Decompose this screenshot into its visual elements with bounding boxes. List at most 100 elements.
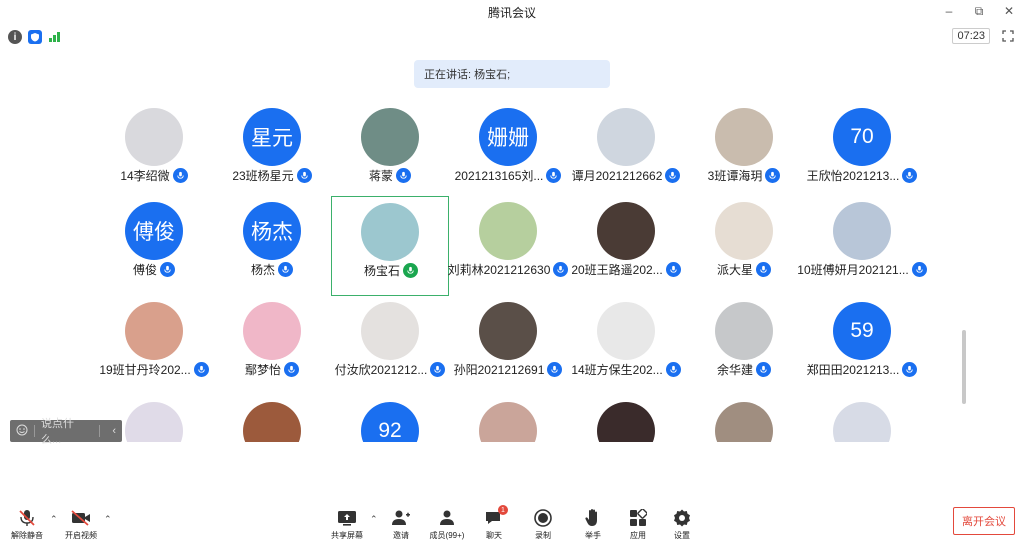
mic-icon bbox=[284, 362, 299, 377]
participant-avatar bbox=[715, 402, 773, 442]
participant-name-row: 14李绍微 bbox=[95, 167, 213, 184]
restore-icon[interactable]: ⧉ bbox=[972, 4, 986, 18]
participant-tile[interactable]: 刘莉林2021212630 bbox=[447, 196, 569, 296]
participant-avatar: 92 bbox=[361, 402, 419, 442]
start-video-label: 开启视频 bbox=[65, 531, 97, 540]
participant-tile[interactable]: 余华建 bbox=[685, 296, 803, 396]
participant-tile[interactable]: 14李绍微 bbox=[95, 102, 213, 202]
participant-name: 孙阳2021212691 bbox=[453, 363, 545, 377]
participant-avatar bbox=[715, 202, 773, 260]
participant-avatar: 59 bbox=[833, 302, 891, 360]
video-options-caret-icon[interactable]: ⌃ bbox=[104, 514, 112, 525]
participant-tile[interactable]: 蒋蒙 bbox=[331, 102, 449, 202]
participant-tile[interactable] bbox=[803, 396, 921, 442]
participant-tile[interactable]: 付汝欣2021212... bbox=[331, 296, 449, 396]
chat-button[interactable]: 1 聊天 bbox=[467, 505, 521, 541]
participant-tile[interactable]: 鄢梦怡 bbox=[213, 296, 331, 396]
mic-icon bbox=[403, 263, 418, 278]
participant-tile[interactable]: 20班王路遥202... bbox=[567, 196, 685, 296]
collapse-chevron-icon[interactable]: ‹ bbox=[112, 425, 116, 437]
chat-placeholder[interactable]: 说点什么... bbox=[41, 415, 93, 447]
participant-tile[interactable]: 杨宝石 bbox=[331, 196, 449, 296]
participant-avatar: 姗姗 bbox=[479, 108, 537, 166]
participant-tile[interactable]: 谭月2021212662 bbox=[567, 102, 685, 202]
participant-tile[interactable]: 3班谭海玥 bbox=[685, 102, 803, 202]
grid-scrollbar[interactable] bbox=[962, 330, 966, 404]
unmute-label: 解除静音 bbox=[11, 531, 43, 540]
participant-name-row: 傅俊 bbox=[95, 261, 213, 278]
participant-tile[interactable]: 姗姗 2021213165刘... bbox=[449, 102, 567, 202]
participant-name-row: 郑田田2021213... bbox=[803, 361, 921, 378]
chat-input-pill[interactable]: 说点什么... ‹ bbox=[10, 418, 122, 446]
participant-name: 3班谭海玥 bbox=[707, 169, 763, 183]
mic-icon bbox=[756, 362, 771, 377]
participant-avatar bbox=[597, 302, 655, 360]
participant-tile[interactable]: 孙阳2021212691 bbox=[449, 296, 567, 396]
members-button[interactable]: 成员(99+) bbox=[420, 508, 474, 541]
participant-avatar bbox=[597, 202, 655, 260]
title-bar: 腾讯会议 – ⧉ ✕ bbox=[0, 0, 1024, 24]
participant-tile[interactable]: 派大星 bbox=[685, 196, 803, 296]
participant-name: 谭月2021212662 bbox=[571, 169, 663, 183]
participant-name-row: 派大星 bbox=[685, 261, 803, 278]
participant-tile[interactable]: 星元 23班杨星元 bbox=[213, 102, 331, 202]
participant-tile[interactable]: 10班傅妍月202121... bbox=[797, 196, 927, 296]
participant-tile[interactable] bbox=[567, 396, 685, 442]
mic-icon bbox=[911, 262, 927, 277]
apps-label: 应用 bbox=[630, 531, 646, 540]
participant-tile[interactable]: 70 王欣怡2021213... bbox=[803, 102, 921, 202]
window-controls: – ⧉ ✕ bbox=[942, 4, 1016, 19]
participant-tile[interactable] bbox=[685, 396, 803, 442]
participant-tile[interactable]: 59 郑田田2021213... bbox=[803, 296, 921, 396]
participant-name-row: 14班方保生202... bbox=[567, 361, 685, 378]
participant-name: 傅俊 bbox=[132, 263, 157, 277]
emoji-icon[interactable] bbox=[16, 424, 28, 439]
participant-name: 23班杨星元 bbox=[232, 169, 294, 183]
participant-tile[interactable]: 傅俊 傅俊 bbox=[95, 196, 213, 296]
participant-name: 蒋蒙 bbox=[368, 169, 393, 183]
participant-name-row: 3班谭海玥 bbox=[685, 167, 803, 184]
participant-tile[interactable]: 19班甘丹玲202... bbox=[95, 296, 213, 396]
share-screen-label: 共享屏幕 bbox=[331, 531, 363, 540]
participant-name: 刘莉林2021212630 bbox=[447, 263, 551, 277]
close-icon[interactable]: ✕ bbox=[1002, 4, 1016, 18]
mic-icon bbox=[396, 168, 411, 183]
meeting-window: 腾讯会议 – ⧉ ✕ i 07:23 正在讲话: 杨宝石; 14李绍微 星元 23班… bbox=[0, 0, 1024, 543]
unmute-button[interactable]: 解除静音 bbox=[0, 508, 54, 541]
settings-button[interactable]: 设置 bbox=[655, 508, 709, 541]
mic-icon bbox=[765, 168, 781, 183]
participant-name-row: 孙阳2021212691 bbox=[449, 361, 567, 378]
record-icon bbox=[533, 508, 553, 528]
record-button[interactable]: 录制 bbox=[516, 508, 570, 541]
share-screen-button[interactable]: 共享屏幕 bbox=[320, 508, 374, 541]
mic-icon bbox=[296, 168, 312, 183]
video-off-icon bbox=[70, 508, 92, 528]
shield-icon[interactable] bbox=[28, 30, 42, 44]
info-icon[interactable]: i bbox=[8, 30, 22, 44]
participant-name: 杨宝石 bbox=[363, 264, 400, 278]
participant-avatar bbox=[715, 108, 773, 166]
leave-meeting-button[interactable]: 离开会议 bbox=[953, 507, 1015, 535]
participant-tile[interactable]: 14班方保生202... bbox=[567, 296, 685, 396]
chat-label: 聊天 bbox=[486, 531, 502, 540]
mic-icon bbox=[547, 362, 563, 377]
participant-name: 付汝欣2021212... bbox=[334, 363, 428, 377]
participant-tile[interactable]: 杨杰 杨杰 bbox=[213, 196, 331, 296]
participant-name-row: 19班甘丹玲202... bbox=[95, 361, 213, 378]
participant-avatar bbox=[361, 108, 419, 166]
signal-icon[interactable] bbox=[48, 30, 62, 44]
participant-avatar bbox=[361, 302, 419, 360]
settings-label: 设置 bbox=[674, 531, 690, 540]
apps-grid-icon bbox=[629, 508, 647, 528]
start-video-button[interactable]: 开启视频 bbox=[54, 508, 108, 541]
participant-name: 14班方保生202... bbox=[571, 363, 663, 377]
participant-name-row: 付汝欣2021212... bbox=[331, 361, 449, 378]
mic-icon bbox=[546, 168, 562, 183]
participant-name: 19班甘丹玲202... bbox=[99, 363, 191, 377]
participant-name: 余华建 bbox=[716, 363, 753, 377]
minimize-icon[interactable]: – bbox=[942, 4, 956, 18]
participant-tile[interactable]: 92 bbox=[331, 396, 449, 442]
fullscreen-icon[interactable] bbox=[1000, 28, 1016, 44]
participant-tile[interactable] bbox=[449, 396, 567, 442]
participant-tile[interactable] bbox=[213, 396, 331, 442]
